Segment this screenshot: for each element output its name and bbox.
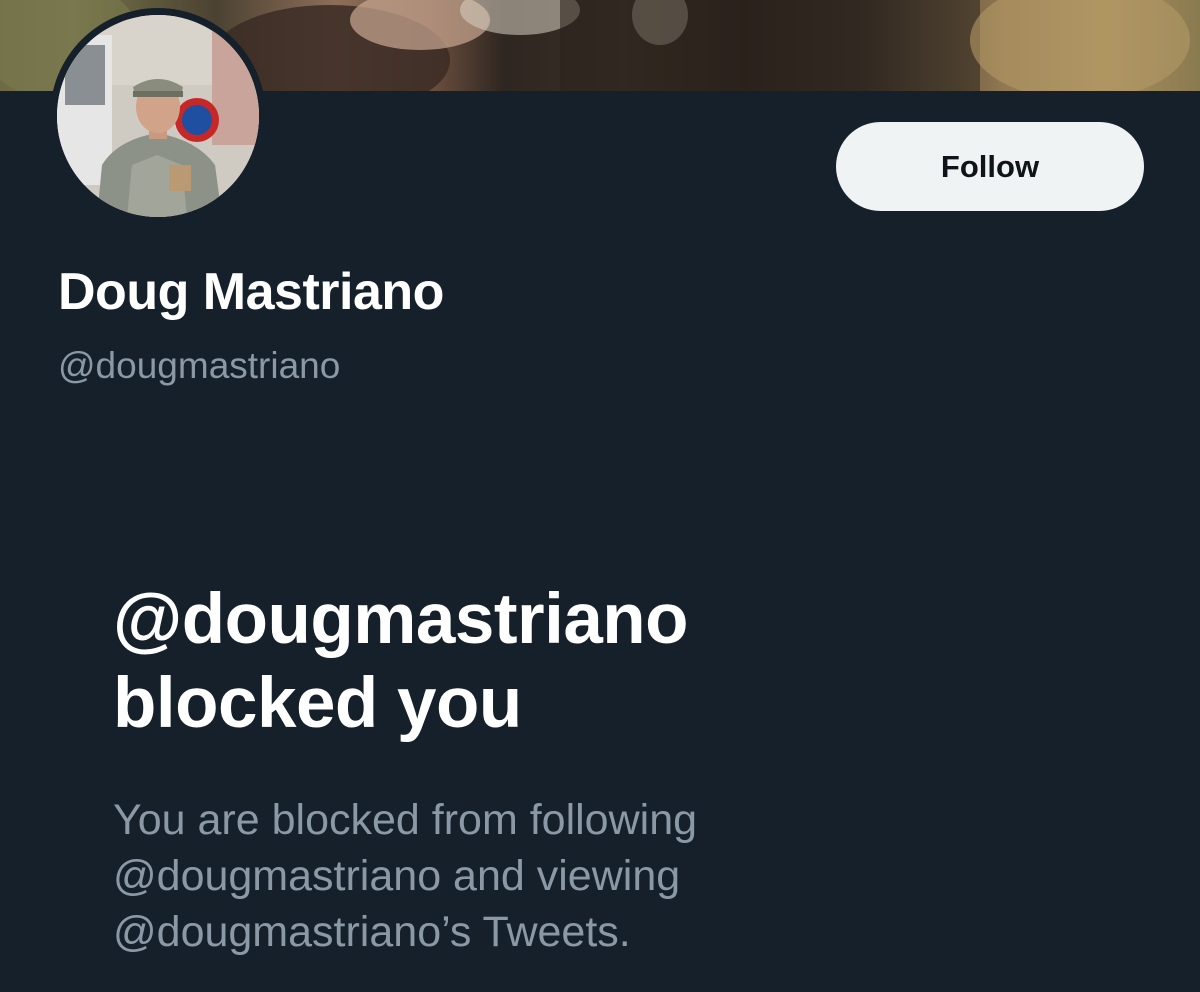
blocked-description-line-3: @dougmastriano’s Tweets. bbox=[113, 908, 631, 956]
profile-page: Follow Doug Mastriano @dougmastriano @do… bbox=[0, 0, 1200, 992]
follow-button[interactable]: Follow bbox=[836, 122, 1144, 211]
blocked-description-line-1: You are blocked from following bbox=[113, 796, 698, 844]
blocked-description-line-2: @dougmastriano and viewing bbox=[113, 852, 681, 900]
blocked-description: You are blocked from following @dougmast… bbox=[113, 792, 933, 960]
blocked-title-line-1: @dougmastriano bbox=[113, 580, 689, 659]
profile-avatar[interactable] bbox=[50, 8, 266, 224]
blocked-title-line-2: blocked you bbox=[113, 664, 522, 743]
avatar-photo bbox=[57, 15, 259, 217]
profile-display-name: Doug Mastriano bbox=[58, 263, 444, 321]
blocked-title: @dougmastriano blocked you bbox=[113, 578, 1013, 746]
profile-handle: @dougmastriano bbox=[58, 345, 341, 386]
